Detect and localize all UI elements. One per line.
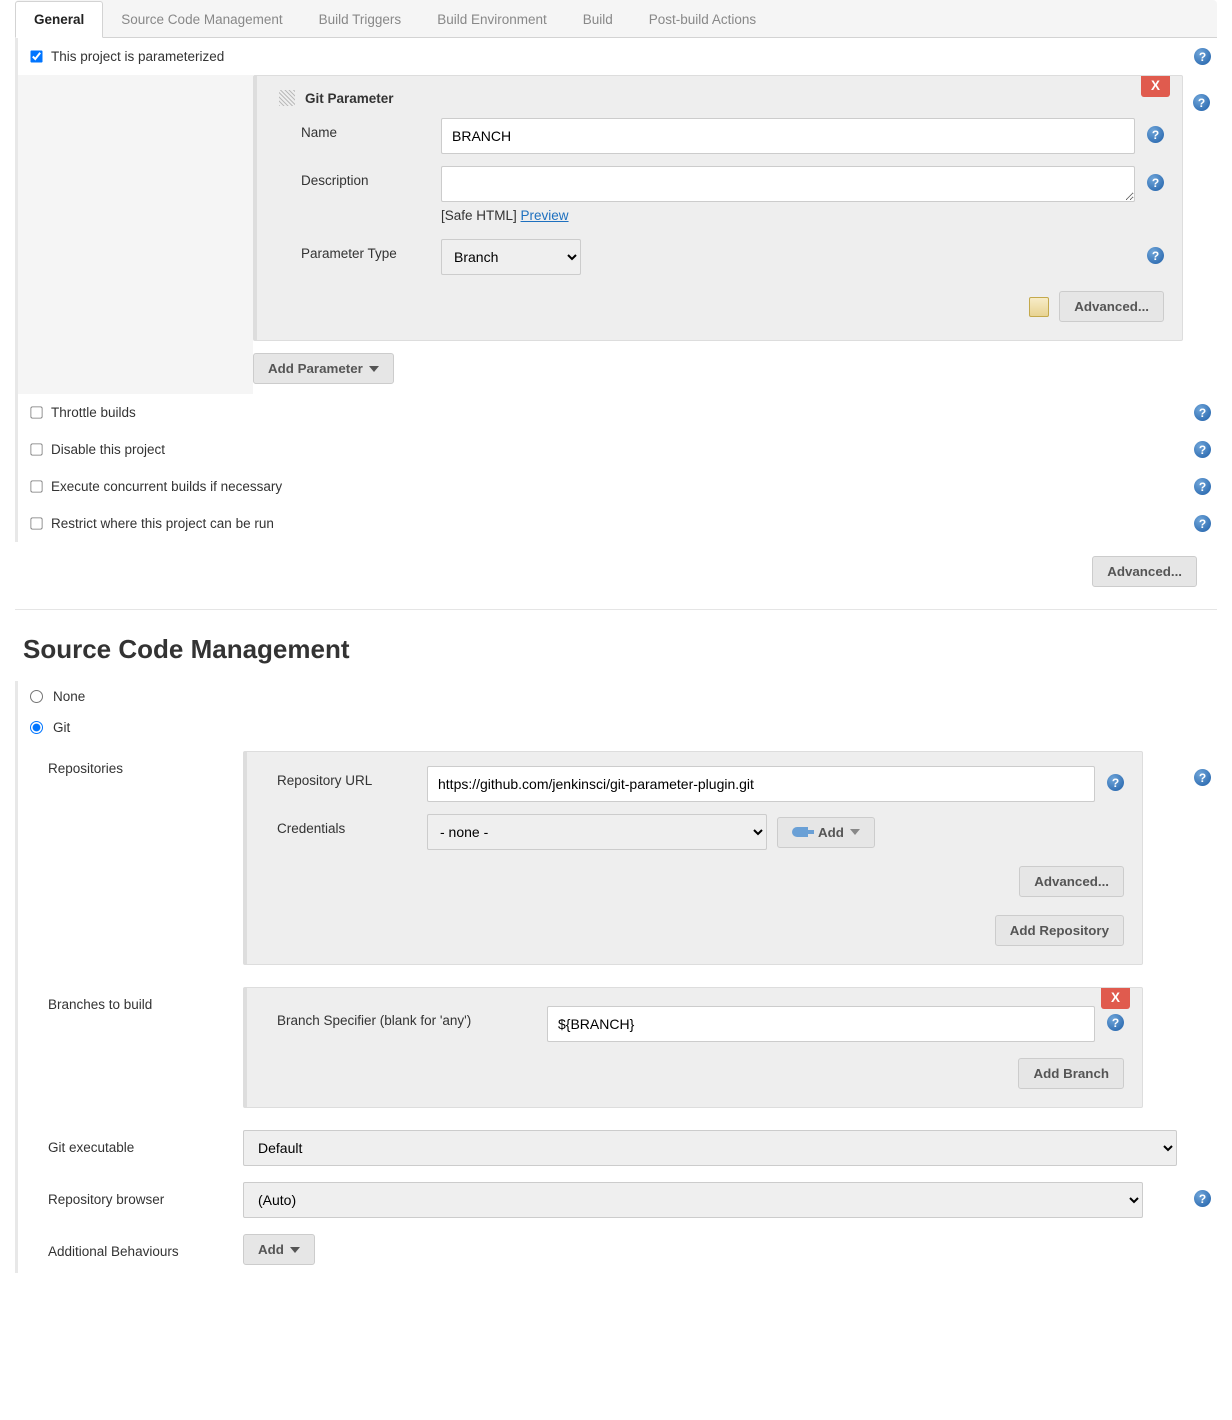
- label-description: Description: [301, 166, 441, 188]
- label-repo-browser: Repository browser: [18, 1182, 243, 1207]
- description-hint: [Safe HTML] Preview: [257, 208, 1182, 233]
- label-parameterized: This project is parameterized: [51, 49, 1194, 64]
- row-additional-behaviours: Additional Behaviours Add: [15, 1226, 1217, 1273]
- add-branch-button[interactable]: Add Branch: [1018, 1058, 1124, 1089]
- help-icon[interactable]: [1194, 478, 1211, 495]
- input-parameter-name[interactable]: [441, 118, 1135, 154]
- row-scm-git: Git: [15, 712, 1217, 743]
- input-branch-specifier[interactable]: [547, 1006, 1095, 1042]
- chevron-down-icon: [850, 829, 860, 835]
- preview-link[interactable]: Preview: [521, 208, 569, 223]
- add-behaviour-button[interactable]: Add: [243, 1234, 315, 1265]
- help-icon[interactable]: [1107, 774, 1124, 791]
- help-icon[interactable]: [1194, 404, 1211, 421]
- row-repo-browser: Repository browser (Auto): [15, 1174, 1217, 1226]
- row-scm-none: None: [15, 681, 1217, 712]
- git-parameter-panel: X Git Parameter Name Description: [253, 75, 1183, 341]
- chevron-down-icon: [369, 366, 379, 372]
- scm-heading: Source Code Management: [23, 634, 1217, 665]
- row-branches: Branches to build X Branch Specifier (bl…: [15, 979, 1217, 1122]
- help-icon[interactable]: [1147, 247, 1164, 264]
- tab-build-environment[interactable]: Build Environment: [419, 2, 565, 37]
- label-additional-behaviours: Additional Behaviours: [18, 1234, 243, 1259]
- tab-general[interactable]: General: [15, 1, 103, 38]
- help-icon[interactable]: [1193, 94, 1210, 111]
- help-icon[interactable]: [1147, 126, 1164, 143]
- tab-scm[interactable]: Source Code Management: [103, 2, 300, 37]
- label-repo-url: Repository URL: [277, 766, 427, 788]
- help-icon[interactable]: [1194, 1190, 1211, 1207]
- help-icon[interactable]: [1147, 174, 1164, 191]
- checkbox-disable[interactable]: [30, 443, 42, 455]
- label-credentials: Credentials: [277, 814, 427, 836]
- row-restrict: Restrict where this project can be run: [15, 505, 1217, 542]
- chevron-down-icon: [290, 1247, 300, 1253]
- repo-advanced-button[interactable]: Advanced...: [1019, 866, 1124, 897]
- row-throttle: Throttle builds: [15, 394, 1217, 431]
- help-icon[interactable]: [1194, 441, 1211, 458]
- row-concurrent: Execute concurrent builds if necessary: [15, 468, 1217, 505]
- tab-build-triggers[interactable]: Build Triggers: [301, 2, 420, 37]
- tab-build[interactable]: Build: [565, 2, 631, 37]
- row-git-executable: Git executable Default: [15, 1122, 1217, 1174]
- textarea-parameter-description[interactable]: [441, 166, 1135, 202]
- add-repository-button[interactable]: Add Repository: [995, 915, 1124, 946]
- select-parameter-type[interactable]: Branch: [441, 239, 581, 275]
- row-disable: Disable this project: [15, 431, 1217, 468]
- label-branches: Branches to build: [18, 987, 243, 1012]
- label-scm-none: None: [53, 689, 85, 704]
- key-icon: [792, 827, 808, 837]
- help-icon[interactable]: [1194, 48, 1211, 65]
- label-parameter-type: Parameter Type: [301, 239, 441, 261]
- config-tabbar: General Source Code Management Build Tri…: [15, 0, 1217, 38]
- advanced-button[interactable]: Advanced...: [1059, 291, 1164, 322]
- add-parameter-button[interactable]: Add Parameter: [253, 353, 394, 384]
- radio-scm-none[interactable]: [30, 690, 43, 703]
- repository-panel: Repository URL Credentials - none - Add: [243, 751, 1143, 965]
- branch-panel: X Branch Specifier (blank for 'any') Add…: [243, 987, 1143, 1108]
- tab-post-build[interactable]: Post-build Actions: [631, 2, 774, 37]
- checkbox-throttle[interactable]: [30, 406, 42, 418]
- label-throttle: Throttle builds: [51, 405, 1194, 420]
- label-repositories: Repositories: [18, 751, 243, 776]
- label-branch-specifier: Branch Specifier (blank for 'any'): [277, 1006, 547, 1028]
- help-icon[interactable]: [1194, 769, 1211, 786]
- close-icon[interactable]: X: [1101, 988, 1130, 1009]
- label-concurrent: Execute concurrent builds if necessary: [51, 479, 1194, 494]
- input-repo-url[interactable]: [427, 766, 1095, 802]
- help-icon[interactable]: [1194, 515, 1211, 532]
- general-advanced-button[interactable]: Advanced...: [1092, 556, 1197, 587]
- row-repositories: Repositories Repository URL Credentials …: [15, 743, 1217, 979]
- select-repo-browser[interactable]: (Auto): [243, 1182, 1143, 1218]
- drag-handle-icon[interactable]: [279, 90, 295, 106]
- help-icon[interactable]: [1107, 1014, 1124, 1031]
- checkbox-parameterized[interactable]: [30, 50, 42, 62]
- checkbox-restrict[interactable]: [30, 517, 42, 529]
- panel-title: Git Parameter: [305, 91, 394, 106]
- label-restrict: Restrict where this project can be run: [51, 516, 1194, 531]
- select-git-executable[interactable]: Default: [243, 1130, 1177, 1166]
- add-credentials-button[interactable]: Add: [777, 817, 875, 848]
- label-name: Name: [301, 118, 441, 140]
- select-credentials[interactable]: - none -: [427, 814, 767, 850]
- row-parameterized: This project is parameterized: [15, 38, 1217, 75]
- radio-scm-git[interactable]: [30, 721, 43, 734]
- label-disable: Disable this project: [51, 442, 1194, 457]
- label-git-executable: Git executable: [18, 1130, 243, 1155]
- label-scm-git: Git: [53, 720, 70, 735]
- notepad-icon: [1029, 297, 1049, 317]
- checkbox-concurrent[interactable]: [30, 480, 42, 492]
